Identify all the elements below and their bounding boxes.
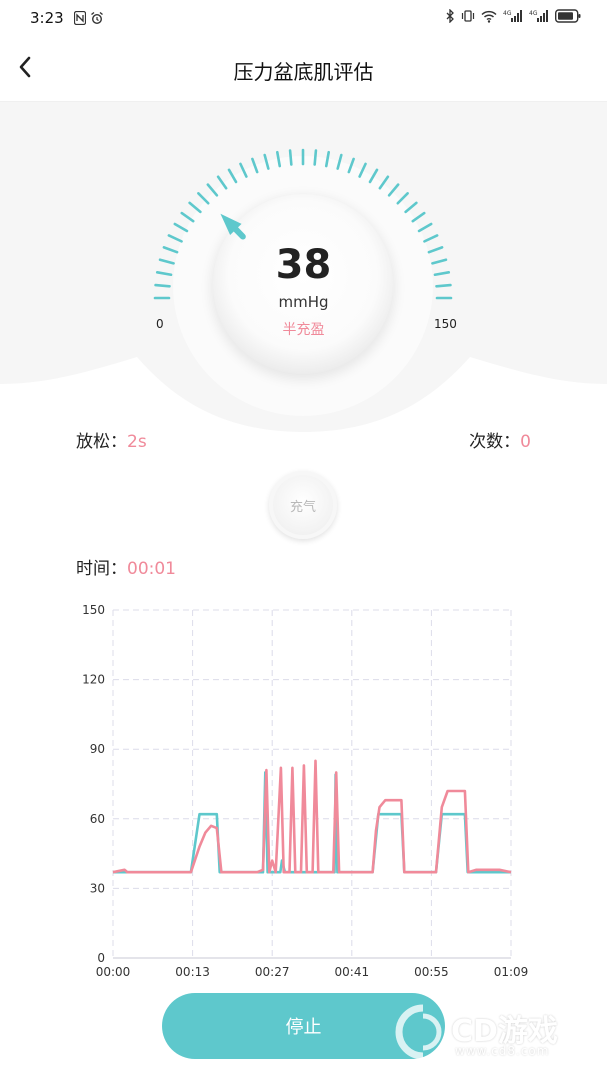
chart-y-ticks: 0 30 60 90 120 150 — [82, 603, 105, 965]
status-time: 3:23 — [30, 9, 64, 27]
relax-stat: 放松：2s — [76, 427, 147, 452]
time-label: 时间： — [76, 559, 127, 579]
gauge-tick — [288, 149, 293, 166]
gauge-min-label: 0 — [156, 317, 164, 331]
relax-value: 2s — [127, 432, 147, 452]
nav-bar: 压力盆底肌评估 — [0, 36, 607, 102]
bluetooth-icon — [445, 8, 455, 26]
pressure-gauge: 38 mmHg 半充盈 0 150 — [0, 102, 607, 432]
pressure-unit: mmHg — [278, 293, 329, 311]
battery-icon — [554, 9, 581, 26]
series-line-2 — [112, 759, 512, 874]
x-tick-label: 00:00 — [96, 965, 131, 979]
time-stat: 时间：00:01 — [76, 554, 176, 579]
alarm-icon — [90, 10, 104, 29]
watermark: CD游戏 www.cd8.com — [393, 1000, 593, 1064]
gauge-tick — [313, 149, 318, 166]
x-tick-label: 01:09 — [494, 965, 529, 979]
x-tick-label: 00:13 — [175, 965, 210, 979]
chart-x-ticks: 00:00 00:13 00:27 00:41 00:55 01:09 — [96, 965, 529, 979]
y-tick-label: 0 — [97, 951, 105, 965]
x-tick-label: 00:41 — [335, 965, 370, 979]
count-label: 次数： — [469, 432, 521, 452]
signal-icon-2: 4G — [529, 9, 549, 26]
wifi-icon — [481, 10, 497, 26]
pressure-value: 38 — [275, 242, 332, 288]
chart-series — [112, 759, 512, 874]
chart-grid — [112, 609, 512, 959]
y-tick-label: 120 — [82, 673, 105, 687]
pressure-chart: 0306090120150 00:00 00:13 00:27 00:41 00:55 0… — [82, 603, 529, 979]
y-tick-label: 90 — [90, 742, 105, 756]
gauge-max-label: 150 — [434, 317, 457, 331]
network-type-label: 4G — [503, 10, 512, 17]
vibrate-icon — [461, 9, 475, 26]
network-type-label-2: 4G — [529, 10, 538, 17]
page-title: 压力盆底肌评估 — [233, 60, 374, 84]
count-stat: 次数：0 — [469, 427, 531, 452]
status-right-icons: 4G 4G — [445, 8, 581, 26]
y-tick-label: 150 — [82, 603, 105, 617]
time-value: 00:01 — [127, 559, 176, 579]
notification-icons — [73, 10, 104, 29]
y-tick-label: 60 — [90, 812, 105, 826]
watermark-logo-icon — [395, 1004, 442, 1060]
x-tick-label: 00:55 — [414, 965, 449, 979]
count-value: 0 — [520, 432, 531, 452]
watermark-url: www.cd8.com — [455, 1044, 550, 1058]
fill-status: 半充盈 — [282, 322, 325, 338]
status-bar: 3:23 4G 4G — [0, 0, 607, 36]
inflate-button[interactable]: 充气 — [269, 471, 337, 539]
nfc-icon — [73, 10, 87, 29]
relax-label: 放松： — [76, 432, 127, 452]
x-tick-label: 00:27 — [255, 965, 290, 979]
y-tick-label: 30 — [90, 881, 105, 895]
signal-icon: 4G — [503, 9, 523, 26]
